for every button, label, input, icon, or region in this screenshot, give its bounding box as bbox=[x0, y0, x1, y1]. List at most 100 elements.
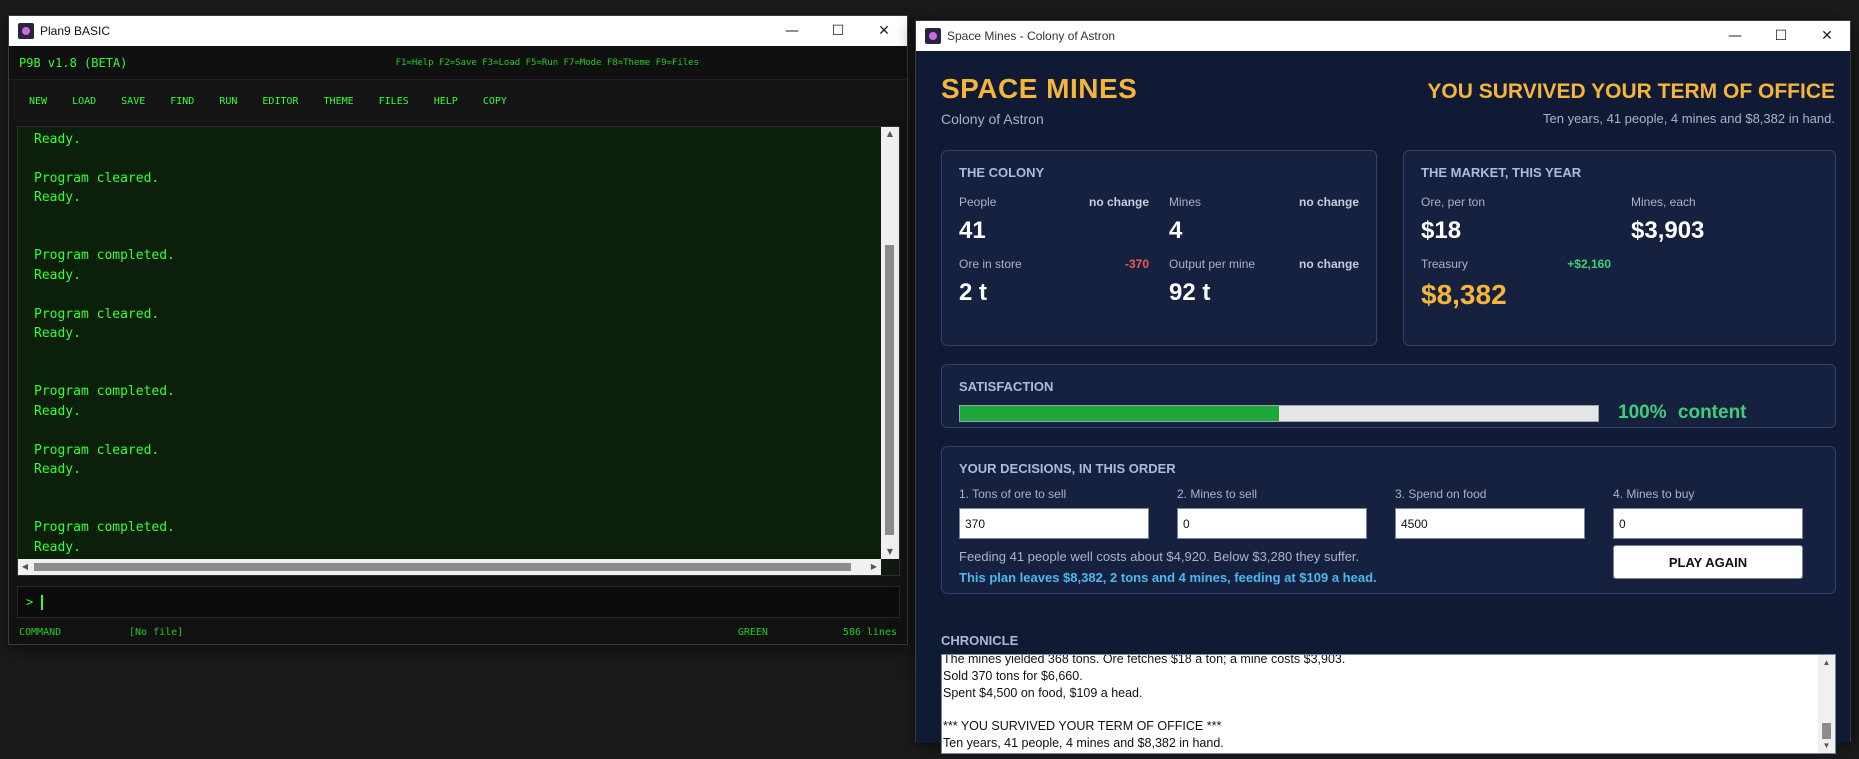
stat-value: 92 t bbox=[1169, 279, 1211, 306]
horizontal-scrollbar[interactable]: ◀ ▶ bbox=[18, 559, 881, 575]
title-bar[interactable]: Plan9 BASIC — ☐ ✕ bbox=[9, 16, 907, 46]
maximize-icon[interactable]: ☐ bbox=[1758, 22, 1804, 50]
decisions-card: YOUR DECISIONS, IN THIS ORDER 1. Tons of… bbox=[941, 446, 1836, 594]
stat-value: 41 bbox=[959, 217, 986, 244]
satisfaction-card: SATISFACTION 100% content bbox=[941, 364, 1836, 428]
command-input[interactable]: > bbox=[17, 586, 900, 618]
stat-label: Mines, each bbox=[1631, 195, 1696, 209]
scroll-right-icon[interactable]: ▶ bbox=[867, 559, 881, 575]
status-bar: COMMAND [No file] GREEN 586 lines bbox=[9, 620, 907, 644]
card-title: YOUR DECISIONS, IN THIS ORDER bbox=[959, 461, 1176, 476]
card-title: THE MARKET, THIS YEAR bbox=[1421, 165, 1582, 180]
result-summary: Ten years, 41 people, 4 mines and $8,382… bbox=[1543, 111, 1835, 126]
satisfaction-bar-fill bbox=[960, 406, 1279, 421]
decision-mines-to-sell: 2. Mines to sell bbox=[1177, 487, 1367, 539]
colony-card: THE COLONY People no change 41 Mines no … bbox=[941, 150, 1377, 346]
scroll-thumb[interactable] bbox=[34, 563, 851, 571]
decision-spend-on-food: 3. Spend on food bbox=[1395, 487, 1585, 539]
stat-people: People no change 41 bbox=[959, 195, 1149, 245]
maximize-icon[interactable]: ☐ bbox=[815, 17, 861, 45]
scroll-left-icon[interactable]: ◀ bbox=[18, 559, 32, 575]
stat-value: $3,903 bbox=[1631, 217, 1705, 244]
menu-bar: NEW LOAD SAVE FIND RUN EDITOR THEME FILE… bbox=[9, 79, 907, 123]
app-icon bbox=[925, 28, 941, 44]
stat-mine-price: Mines, each $3,903 bbox=[1631, 195, 1821, 245]
stat-change: -370 bbox=[1124, 257, 1149, 271]
vertical-scrollbar[interactable]: ▲ ▼ bbox=[1818, 655, 1835, 753]
stat-ore-in-store: Ore in store -370 2 t bbox=[959, 257, 1149, 307]
scroll-thumb[interactable] bbox=[885, 245, 894, 535]
stat-ore-price: Ore, per ton $18 bbox=[1421, 195, 1611, 245]
window-title: Plan9 BASIC bbox=[40, 24, 111, 38]
menu-find[interactable]: FIND bbox=[170, 96, 194, 107]
menu-files[interactable]: FILES bbox=[379, 96, 409, 107]
space-mines-window: Space Mines - Colony of Astron — ☐ ✕ SPA… bbox=[915, 20, 1851, 754]
output-pane[interactable]: Ready. Program cleared. Ready. Program c… bbox=[17, 126, 900, 576]
window-title: Space Mines - Colony of Astron bbox=[947, 29, 1116, 43]
version-label: P9B v1.8 (BETA) bbox=[19, 55, 128, 70]
stat-value: 2 t bbox=[959, 279, 988, 306]
stat-label: Ore, per ton bbox=[1421, 195, 1486, 209]
menu-help[interactable]: HELP bbox=[434, 96, 458, 107]
scroll-up-icon[interactable]: ▲ bbox=[881, 127, 899, 141]
chronicle-text: The mines yielded 368 tons. Ore fetches … bbox=[943, 654, 1346, 750]
minimize-icon[interactable]: — bbox=[1712, 22, 1758, 50]
close-icon[interactable]: ✕ bbox=[861, 17, 907, 45]
market-card: THE MARKET, THIS YEAR Ore, per ton $18 M… bbox=[1403, 150, 1836, 346]
menu-save[interactable]: SAVE bbox=[121, 96, 145, 107]
spend-on-food-input[interactable] bbox=[1395, 508, 1585, 539]
satisfaction-percent: 100% bbox=[1618, 402, 1667, 423]
vertical-scrollbar[interactable]: ▲ ▼ bbox=[881, 127, 899, 559]
field-label: 2. Mines to sell bbox=[1177, 487, 1258, 501]
menu-run[interactable]: RUN bbox=[219, 96, 237, 107]
status-file: [No file] bbox=[129, 626, 184, 638]
close-icon[interactable]: ✕ bbox=[1804, 22, 1850, 50]
stat-change: no change bbox=[1088, 195, 1149, 209]
title-bar[interactable]: Space Mines - Colony of Astron — ☐ ✕ bbox=[916, 21, 1850, 51]
status-lines: 586 lines bbox=[842, 626, 897, 638]
status-mode: COMMAND bbox=[19, 626, 62, 638]
stat-change: +$2,160 bbox=[1567, 257, 1611, 271]
plan9-basic-window: Plan9 BASIC — ☐ ✕ P9B v1.8 (BETA) F1=Hel… bbox=[8, 15, 908, 645]
stat-change: no change bbox=[1298, 257, 1359, 271]
menu-theme[interactable]: THEME bbox=[324, 96, 354, 107]
menu-load[interactable]: LOAD bbox=[72, 96, 96, 107]
card-title: SATISFACTION bbox=[959, 379, 1054, 394]
feeding-note: Feeding 41 people well costs about $4,92… bbox=[959, 549, 1360, 564]
satisfaction-text: 100% content bbox=[1618, 402, 1747, 424]
prompt-symbol: > bbox=[26, 595, 34, 609]
stat-output-per-mine: Output per mine no change 92 t bbox=[1169, 257, 1359, 307]
chronicle-box[interactable]: The mines yielded 368 tons. Ore fetches … bbox=[941, 654, 1836, 754]
plan-summary: This plan leaves $8,382, 2 tons and 4 mi… bbox=[959, 570, 1377, 585]
ore-to-sell-input[interactable] bbox=[959, 508, 1149, 539]
key-hints: F1=Help F2=Save F3=Load F5=Run F7=Mode F… bbox=[395, 57, 699, 68]
mines-to-sell-input[interactable] bbox=[1177, 508, 1367, 539]
scroll-down-icon[interactable]: ▼ bbox=[1818, 740, 1835, 752]
stat-value: $18 bbox=[1421, 217, 1462, 244]
play-again-button[interactable]: PLAY AGAIN bbox=[1613, 545, 1803, 579]
scroll-down-icon[interactable]: ▼ bbox=[881, 545, 899, 559]
chronicle-title: CHRONICLE bbox=[941, 633, 1019, 648]
card-title: THE COLONY bbox=[959, 165, 1045, 180]
menu-new[interactable]: NEW bbox=[29, 96, 47, 107]
game-title: SPACE MINES bbox=[941, 73, 1138, 104]
game-body: SPACE MINES Colony of Astron YOU SURVIVE… bbox=[916, 51, 1850, 754]
minimize-icon[interactable]: — bbox=[769, 17, 815, 45]
stat-treasury: Treasury +$2,160 $8,382 bbox=[1421, 257, 1611, 311]
stat-value: 4 bbox=[1169, 217, 1183, 244]
result-title: YOU SURVIVED YOUR TERM OF OFFICE bbox=[1427, 80, 1835, 103]
mines-to-buy-input[interactable] bbox=[1613, 508, 1803, 539]
decision-mines-to-buy: 4. Mines to buy bbox=[1613, 487, 1803, 539]
menu-copy[interactable]: COPY bbox=[483, 96, 507, 107]
field-label: 3. Spend on food bbox=[1395, 487, 1487, 501]
stat-mines: Mines no change 4 bbox=[1169, 195, 1359, 245]
stat-change: no change bbox=[1298, 195, 1359, 209]
scroll-thumb[interactable] bbox=[1822, 723, 1831, 739]
app-icon bbox=[18, 23, 34, 39]
satisfaction-mood: content bbox=[1677, 402, 1747, 423]
field-label: 1. Tons of ore to sell bbox=[959, 487, 1067, 501]
scroll-up-icon[interactable]: ▲ bbox=[1818, 657, 1835, 669]
output-text: Ready. Program cleared. Ready. Program c… bbox=[18, 127, 881, 559]
status-theme: GREEN bbox=[737, 626, 768, 638]
menu-editor[interactable]: EDITOR bbox=[262, 96, 298, 107]
